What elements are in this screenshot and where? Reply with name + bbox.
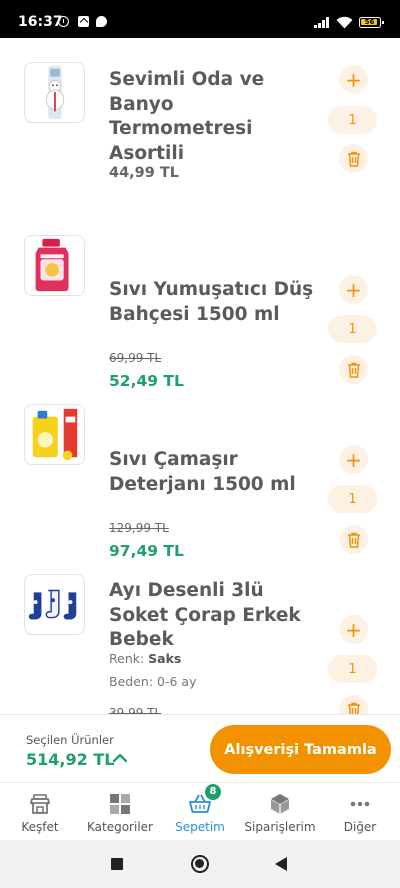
battery-level: 56	[364, 18, 375, 26]
chat-icon	[96, 16, 107, 27]
more-icon	[350, 801, 370, 807]
size-value: 0-6 ay	[157, 674, 197, 689]
alarm-icon	[58, 16, 69, 27]
trash-icon	[347, 362, 360, 378]
quantity-value: 1	[328, 655, 377, 683]
plus-icon: +	[345, 277, 362, 302]
remove-item-button[interactable]	[339, 525, 368, 554]
product-image[interactable]	[24, 404, 85, 465]
battery-icon: 56	[359, 17, 384, 28]
complete-purchase-button[interactable]: Alışverişi Tamamla	[210, 725, 391, 774]
product-image[interactable]	[24, 574, 85, 635]
tab-kategoriler[interactable]: Kategoriler	[80, 783, 160, 841]
trash-icon	[347, 532, 360, 548]
product-name[interactable]: Sevimli Oda ve Banyo Termometresi Asorti…	[109, 68, 314, 166]
store-icon	[29, 794, 51, 814]
wifi-icon	[336, 16, 353, 29]
product-image[interactable]	[24, 62, 85, 123]
increase-quantity-button[interactable]: +	[339, 65, 368, 94]
cart-summary: Seçilen Ürünler 514,92 TL Alışverişi Tam…	[0, 714, 400, 782]
status-time: 16:37	[18, 14, 63, 30]
increase-quantity-button[interactable]: +	[339, 275, 368, 304]
product-name[interactable]: Sıvı Yumuşatıcı Düş Bahçesi 1500 ml	[109, 278, 314, 327]
selected-products-label: Seçilen Ürünler	[26, 733, 114, 747]
chevron-up-icon[interactable]	[110, 749, 130, 765]
increase-quantity-button[interactable]: +	[339, 445, 368, 474]
quantity-value: 1	[328, 485, 377, 513]
cart-item: Sıvı Yumuşatıcı Düş Bahçesi 1500 ml 69,9…	[0, 218, 400, 390]
increase-quantity-button[interactable]: +	[339, 615, 368, 644]
product-color: Renk: Saks	[109, 651, 181, 666]
product-old-price: 69,99 TL	[109, 351, 162, 365]
system-nav-bar	[0, 840, 400, 888]
cart-item: Sıvı Çamaşır Deterjanı 1500 ml 129,99 TL…	[0, 388, 400, 560]
plus-icon: +	[345, 617, 362, 642]
quantity-value: 1	[328, 315, 377, 343]
product-size: Beden: 0-6 ay	[109, 674, 196, 689]
quantity-value: 1	[328, 106, 377, 134]
signal-icon	[314, 17, 330, 28]
status-bar: 16:37 56	[0, 0, 400, 38]
product-price: 44,99 TL	[109, 165, 180, 181]
tab-sepetim[interactable]: 8 Sepetim	[160, 783, 240, 841]
bottom-tab-bar: Keşfet Kategoriler 8 Sepetim Siparişleri…	[0, 782, 400, 840]
cart-total: 514,92 TL	[26, 750, 115, 769]
grid-icon	[110, 794, 130, 814]
recent-apps-button[interactable]	[111, 858, 123, 870]
back-button[interactable]	[275, 857, 287, 871]
trash-icon	[347, 702, 360, 714]
remove-item-button[interactable]	[339, 695, 368, 714]
color-value: Saks	[148, 651, 182, 666]
app-notification-icon	[78, 16, 89, 27]
cart-list[interactable]: Sevimli Oda ve Banyo Termometresi Asorti…	[0, 38, 400, 714]
color-label: Renk:	[109, 651, 145, 666]
tab-label: Sepetim	[175, 820, 225, 834]
product-name[interactable]: Sıvı Çamaşır Deterjanı 1500 ml	[109, 448, 314, 497]
remove-item-button[interactable]	[339, 355, 368, 384]
trash-icon	[347, 151, 360, 167]
plus-icon: +	[345, 447, 362, 472]
tab-siparislerim[interactable]: Siparişlerim	[240, 783, 320, 841]
tab-label: Siparişlerim	[244, 820, 316, 834]
tab-label: Kategoriler	[87, 820, 153, 834]
product-old-price: 129,99 TL	[109, 521, 169, 535]
cart-item: Ayı Desenli 3lü Soket Çorap Erkek Bebek …	[0, 558, 400, 714]
cart-count-badge: 8	[205, 784, 221, 800]
home-button[interactable]	[191, 855, 209, 873]
tab-label: Diğer	[343, 820, 377, 834]
tab-kesfet[interactable]: Keşfet	[0, 783, 80, 841]
tab-diger[interactable]: Diğer	[320, 783, 400, 841]
size-label: Beden:	[109, 674, 154, 689]
product-name[interactable]: Ayı Desenli 3lü Soket Çorap Erkek Bebek	[109, 579, 314, 653]
plus-icon: +	[345, 67, 362, 92]
tab-label: Keşfet	[21, 820, 59, 834]
product-image[interactable]	[24, 235, 85, 296]
remove-item-button[interactable]	[339, 144, 368, 173]
cart-item: Sevimli Oda ve Banyo Termometresi Asorti…	[0, 38, 400, 218]
box-icon	[270, 794, 290, 814]
product-old-price: 39,99 TL	[109, 706, 162, 714]
